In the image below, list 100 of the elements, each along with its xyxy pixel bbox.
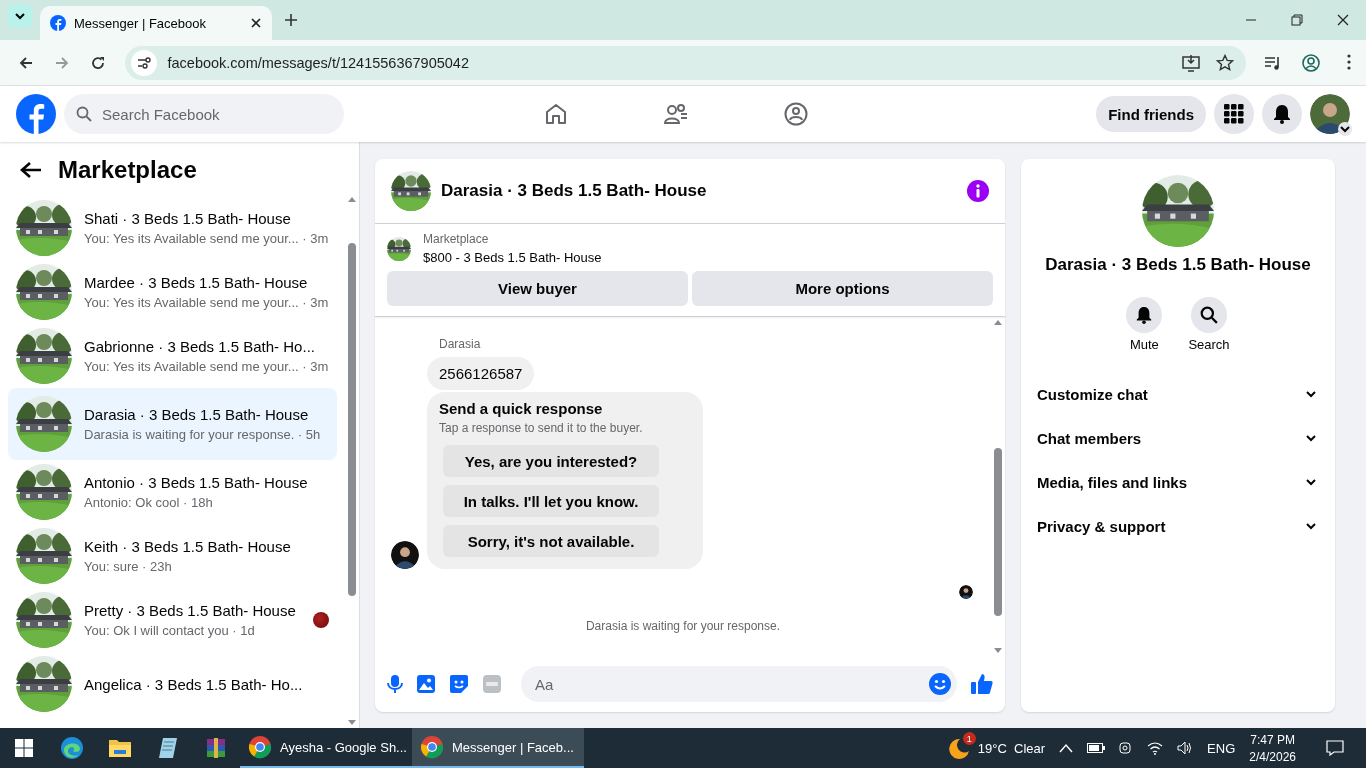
scroll-up-icon: [348, 196, 356, 202]
section-row[interactable]: Customize chat: [1029, 372, 1327, 416]
star-icon: [1216, 53, 1234, 72]
conversation-item[interactable]: Mardee · 3 Beds 1.5 Bath- House You: Yes its Available send me your... · 3m: [8, 260, 337, 324]
quick-reply-button[interactable]: Yes, are you interested?: [443, 445, 659, 477]
sender-name: Darasia: [439, 337, 482, 351]
conversation-name: Angelica · 3 Beds 1.5 Bath- Ho...: [84, 675, 304, 693]
quick-reply-button[interactable]: In talks. I'll let you know.: [443, 485, 659, 517]
scroll-down-icon: [348, 720, 356, 726]
action-button[interactable]: View buyer: [387, 271, 688, 306]
grid-icon: [1224, 104, 1244, 124]
search-field[interactable]: Search Facebook: [100, 104, 332, 124]
chevron-icon: [1305, 476, 1317, 488]
message-field[interactable]: Aa: [533, 674, 929, 694]
friends-button[interactable]: [664, 102, 688, 126]
conversation-name: Gabrionne · 3 Beds 1.5 Bath- Ho...: [84, 338, 316, 355]
chevron-icon: [1305, 388, 1317, 400]
like-button[interactable]: [971, 673, 993, 695]
photo-button[interactable]: [417, 675, 435, 693]
taskbar-window[interactable]: Messenger | Faceb...: [412, 728, 584, 768]
conversation-item[interactable]: Antonio · 3 Beds 1.5 Bath- House Antonio: Ok cool · 18h: [8, 460, 337, 524]
facebook-logo: [16, 94, 56, 134]
section-row[interactable]: Media, files and links: [1029, 460, 1327, 504]
image-icon: [417, 675, 435, 693]
listing-title: $800 - 3 Beds 1.5 Bath- House: [423, 250, 602, 265]
folder-icon: [108, 737, 132, 759]
conversation-name: Pretty · 3 Beds 1.5 Bath- House: [84, 602, 297, 619]
gif-icon: [483, 675, 501, 693]
chevron-icon: [1339, 123, 1351, 135]
groups-button[interactable]: [784, 102, 808, 126]
group-icon: [784, 102, 808, 126]
message-bubble: 2566126587: [427, 357, 535, 390]
close-icon: [1337, 14, 1349, 26]
address-bar[interactable]: facebook.com/messages/t/1241556367905042: [125, 45, 1246, 80]
message-preview: You: Yes its Available send me your... · 3m: [84, 359, 329, 374]
quick-reply-button[interactable]: Sorry, it's not available.: [443, 525, 659, 557]
message-preview: Antonio: Ok cool · 18h: [84, 495, 214, 510]
menu-icon: [1347, 53, 1351, 70]
conversation-item[interactable]: Shati · 3 Beds 1.5 Bath- House You: Yes its Available send me your... · 3m: [8, 196, 337, 260]
bell-icon: [1135, 306, 1154, 324]
message-preview: You: Yes its Available send me your... · 3m: [84, 231, 329, 246]
date-text: 2/4/2026: [1249, 749, 1296, 764]
clock[interactable]: 7:47 PM 2/4/2026: [1249, 732, 1296, 764]
contact-name: Darasia · 3 Beds 1.5 Bath- House: [1045, 255, 1311, 275]
windows-icon: [15, 739, 33, 757]
chrome-icon: [420, 735, 444, 759]
sticker-button[interactable]: [449, 674, 469, 694]
weather-text: Clear: [1014, 740, 1046, 756]
read-receipt-icon: [959, 585, 973, 599]
quick-response-title: Send a quick response: [439, 400, 604, 417]
people-icon: [664, 102, 688, 126]
page-title: Marketplace: [58, 156, 197, 184]
section-row[interactable]: Chat members: [1029, 416, 1327, 460]
home-button[interactable]: [544, 102, 568, 126]
temperature-text: 19°C: [977, 740, 1007, 756]
time-text: 7:47 PM: [1250, 732, 1295, 747]
info-icon: [967, 180, 989, 202]
back-arrow-icon: [20, 161, 42, 179]
site-settings-icon: [137, 55, 152, 70]
message-preview: You: Yes its Available send me your... · 3m: [84, 295, 329, 310]
listing-label: Marketplace: [423, 232, 490, 246]
composer-bar[interactable]: Aa: [521, 666, 957, 702]
notification-badge: 1: [962, 732, 976, 745]
tab-list-button[interactable]: [8, 4, 32, 28]
chat-title: Darasia · 3 Beds 1.5 Bath- House: [441, 181, 708, 201]
chrome-icon: [248, 735, 272, 759]
notepad-icon: [157, 737, 179, 759]
section-row[interactable]: Privacy & support: [1029, 504, 1327, 548]
weather-icon: [947, 737, 970, 759]
search-icon: [76, 106, 92, 122]
menu-button[interactable]: [1214, 94, 1254, 134]
forward-icon: [53, 54, 70, 71]
conversation-item[interactable]: Keith · 3 Beds 1.5 Bath- House You: sure · 23h: [8, 524, 337, 588]
status-text: Darasia is waiting for your response.: [585, 619, 781, 633]
browser-tab[interactable]: Messenger | Facebook: [40, 6, 272, 40]
info-button[interactable]: [967, 180, 989, 202]
bell-icon: [1272, 104, 1292, 124]
url-text: facebook.com/messages/t/1241556367905042: [167, 54, 470, 71]
conversation-item[interactable]: Pretty · 3 Beds 1.5 Bath- House You: Ok I will contact you · 1d: [8, 588, 337, 652]
taskbar-window[interactable]: Ayesha - Google Sh...: [240, 728, 412, 768]
new-tab-button[interactable]: [284, 13, 298, 27]
find-friends-button[interactable]: Find friends: [1096, 96, 1206, 132]
language-indicator[interactable]: ENG: [1207, 740, 1236, 756]
chevron-icon: [14, 10, 26, 22]
search-bar[interactable]: Search Facebook: [64, 94, 344, 134]
profile-icon: [1302, 53, 1320, 72]
conversation-item[interactable]: Angelica · 3 Beds 1.5 Bath- Ho...: [8, 652, 337, 716]
avatar: [1310, 94, 1350, 134]
voice-button[interactable]: [387, 674, 403, 694]
account-button[interactable]: [1310, 94, 1350, 134]
conversation-item[interactable]: Gabrionne · 3 Beds 1.5 Bath- Ho... You: Yes its Available send me your... · 3m: [8, 324, 337, 388]
conversation-item[interactable]: Darasia · 3 Beds 1.5 Bath- House Darasia is waiting for your response. · 5h: [8, 388, 337, 460]
action-button[interactable]: More options: [692, 271, 993, 306]
plus-icon: [284, 13, 298, 27]
quick-response-hint: Tap a response to send it to the buyer.: [439, 421, 644, 435]
message-preview: You: sure · 23h: [84, 559, 173, 574]
notifications-button[interactable]: [1262, 94, 1302, 134]
chevron-icon: [1305, 520, 1317, 532]
browser-swirl-icon: [60, 736, 84, 760]
battery-icon: [1087, 743, 1106, 753]
